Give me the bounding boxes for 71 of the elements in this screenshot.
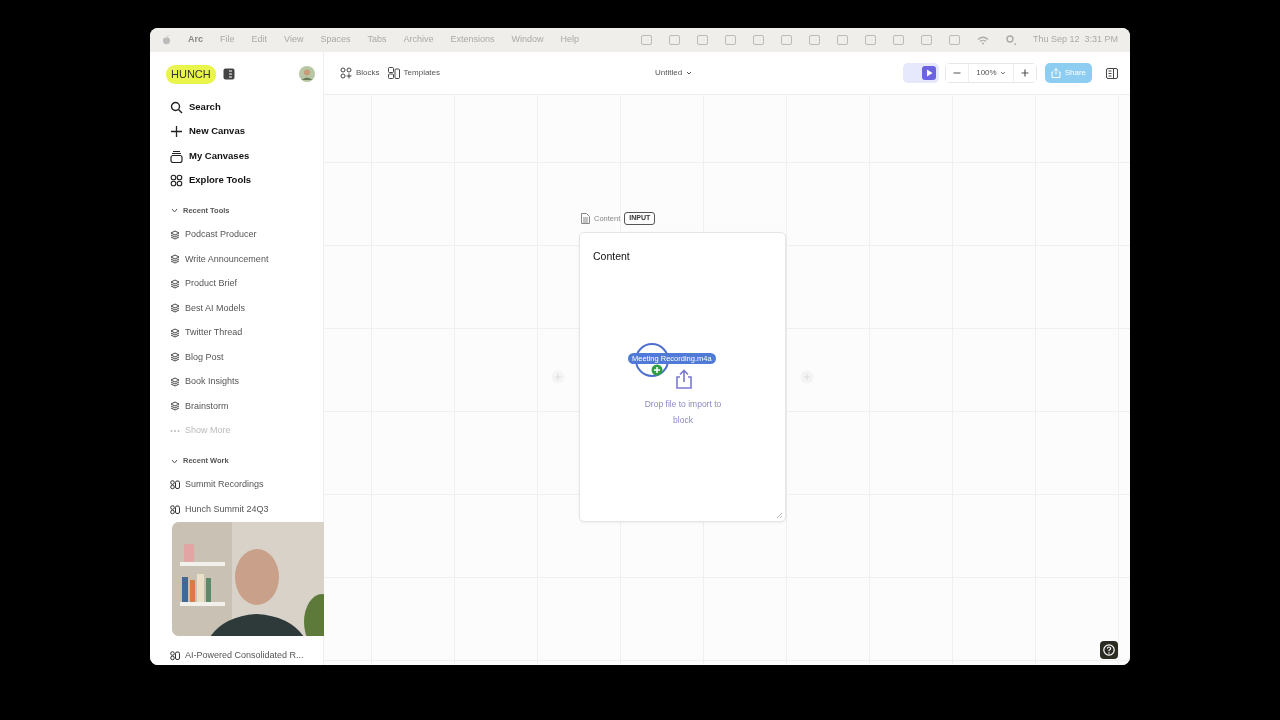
- grid-icon: [170, 174, 183, 188]
- status-icon[interactable]: [780, 35, 792, 45]
- caret-icon: [999, 70, 1006, 76]
- canvas-icon: [170, 651, 180, 661]
- resize-handle-icon[interactable]: [776, 512, 783, 519]
- search-icon: [170, 100, 183, 114]
- status-icon[interactable]: [696, 35, 708, 45]
- layers-icon: [170, 303, 180, 314]
- status-icon[interactable]: [724, 35, 736, 45]
- upload-icon: [674, 369, 694, 389]
- canvas-icon: [170, 504, 180, 515]
- search-icon[interactable]: [1005, 35, 1016, 45]
- layers-icon: [170, 278, 180, 289]
- status-icon[interactable]: [836, 35, 848, 45]
- sidebar-item[interactable]: Brainstorm: [166, 394, 315, 419]
- plus-icon: [1020, 69, 1029, 77]
- status-icon[interactable]: [640, 35, 652, 45]
- plus-icon: [170, 125, 183, 139]
- status-icon[interactable]: [892, 35, 904, 45]
- sidebar-item[interactable]: Hunch Summit 24Q3: [166, 497, 315, 522]
- apple-icon: [162, 35, 171, 45]
- layers-icon: [170, 376, 180, 387]
- status-icon[interactable]: [668, 35, 680, 45]
- nav-item[interactable]: My Canvases: [166, 143, 315, 169]
- minus-icon: [953, 69, 962, 77]
- avatar[interactable]: [299, 66, 315, 83]
- nav-item[interactable]: Search: [166, 94, 315, 120]
- panel-icon[interactable]: [1106, 67, 1118, 79]
- sidebar-item[interactable]: Twitter Thread: [166, 320, 315, 346]
- logo[interactable]: HUNCH: [166, 65, 216, 84]
- sidebar-item[interactable]: Blog Post: [166, 345, 315, 370]
- sidebar-item[interactable]: Write Announcement: [166, 247, 315, 272]
- sidebar-item[interactable]: Podcast Producer: [166, 222, 315, 248]
- layers-icon: [170, 327, 180, 338]
- sidebar-item[interactable]: Book Insights: [166, 369, 315, 395]
- share-icon: [1050, 68, 1061, 78]
- zoom-dropdown[interactable]: 100%: [968, 64, 1014, 82]
- toolbar-button[interactable]: Templates: [383, 67, 445, 79]
- layers-icon: [170, 254, 180, 265]
- play-button[interactable]: [903, 63, 940, 83]
- status-icon[interactable]: [948, 35, 960, 45]
- add-icon[interactable]: [800, 370, 814, 384]
- blocks-icon: [340, 67, 352, 79]
- templates-icon: [387, 67, 400, 79]
- stack-icon: [170, 149, 183, 163]
- canvas-icon: [170, 480, 180, 491]
- document-title[interactable]: Untitled: [651, 67, 697, 79]
- layers-icon: [170, 229, 180, 240]
- sidebar-item[interactable]: AI-Powered Consolidated R...: [166, 647, 315, 665]
- help-icon: [1103, 644, 1115, 656]
- block-title: Content: [593, 249, 630, 264]
- layers-icon: [170, 352, 180, 363]
- sidebar-item[interactable]: Product Brief: [166, 271, 315, 297]
- sidebar-item[interactable]: Summit Recordings: [166, 472, 315, 498]
- status-icon[interactable]: [864, 35, 876, 45]
- status-icon[interactable]: [920, 35, 932, 45]
- wifi-icon[interactable]: [976, 35, 989, 45]
- caret-icon: [686, 70, 693, 76]
- nav-item[interactable]: Explore Tools: [166, 168, 315, 193]
- drop-hint: Drop file to import to block: [643, 398, 723, 427]
- help-button[interactable]: [1100, 641, 1118, 659]
- nav-item[interactable]: New Canvas: [166, 119, 315, 144]
- layers-icon: [170, 401, 180, 412]
- add-icon[interactable]: [551, 370, 565, 384]
- play-icon: [922, 66, 937, 80]
- document-icon: [581, 212, 590, 224]
- status-icon[interactable]: [752, 35, 764, 45]
- toolbar-button[interactable]: Blocks: [336, 67, 384, 79]
- sidebar-toggle-icon[interactable]: [222, 68, 235, 81]
- status-icon[interactable]: [808, 35, 820, 45]
- sidebar-item[interactable]: Best AI Models: [166, 296, 315, 321]
